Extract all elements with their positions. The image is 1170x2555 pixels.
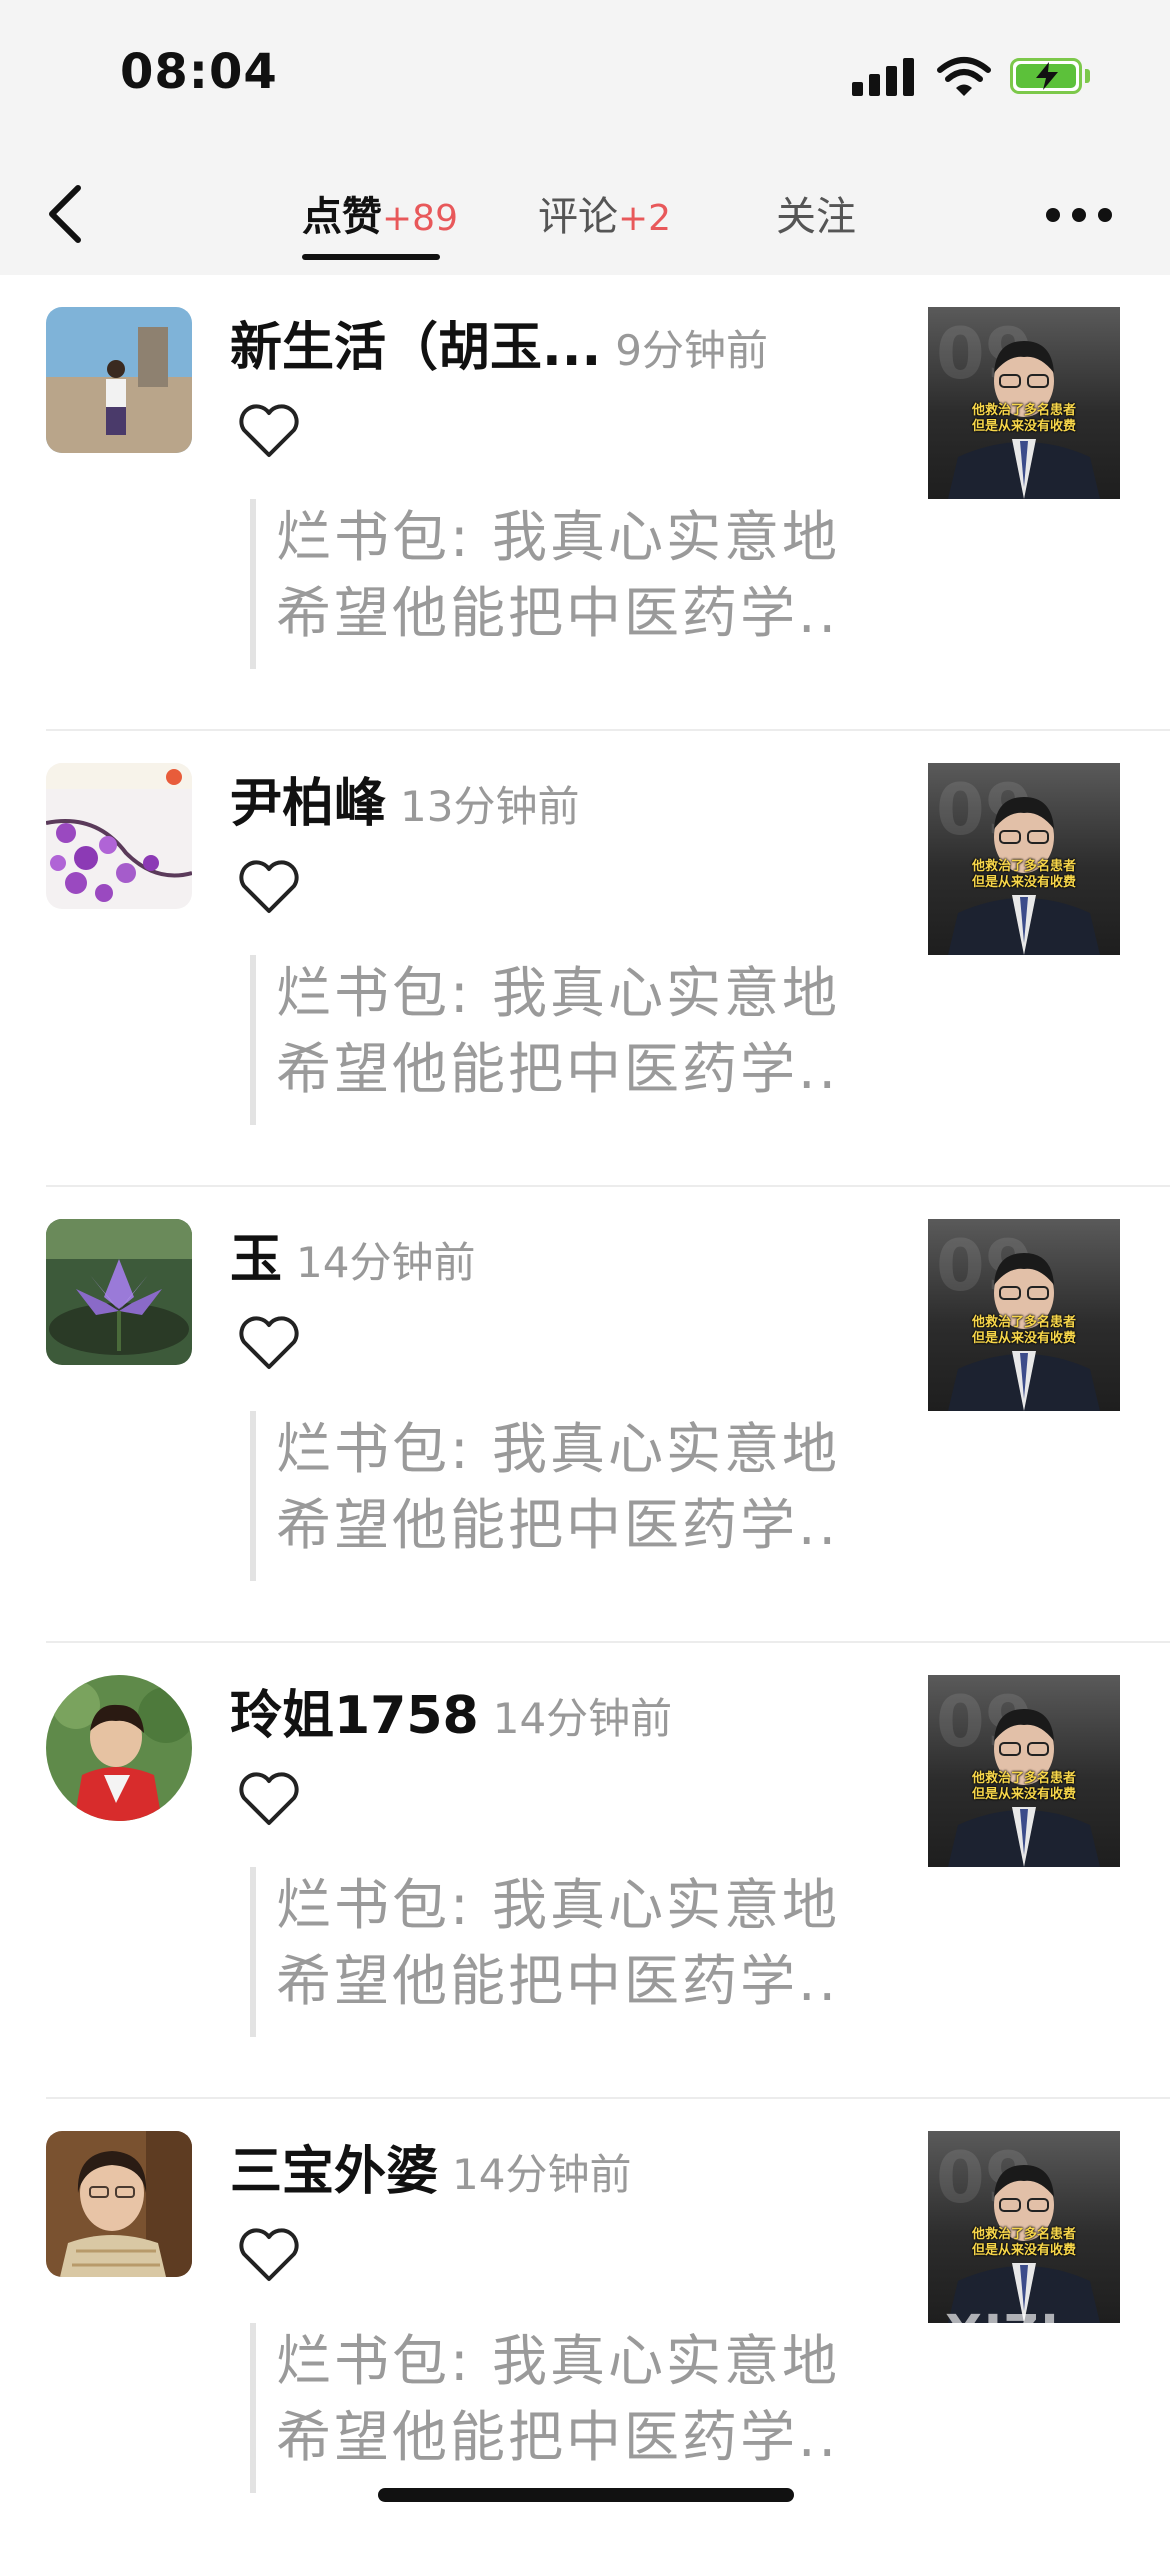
video-thumbnail[interactable]: 09 他救治了多名患者 但是从来没有收费 xyxy=(928,307,1120,499)
list-item[interactable]: 玲姐1758 14分钟前 烂书包: 我真心实意地 希望他能把中医药学.. 09 他… xyxy=(0,1643,1170,2099)
quote-line-2: 希望他能把中医药学.. xyxy=(276,2405,839,2469)
nav-bar: 点赞+89 评论+2 关注 xyxy=(0,170,1170,275)
list-item[interactable]: 尹柏峰 13分钟前 烂书包: 我真心实意地 希望他能把中医药学.. 09 他救治了… xyxy=(0,731,1170,1187)
back-button[interactable] xyxy=(36,178,96,248)
quote-line-2: 希望他能把中医药学.. xyxy=(276,1949,839,2013)
quoted-comment[interactable]: 烂书包: 我真心实意地 希望他能把中医药学.. xyxy=(250,1411,890,1581)
heart-icon[interactable] xyxy=(236,1769,302,1829)
tab-comments-label: 评论 xyxy=(538,194,618,240)
quote-line-1: 烂书包: 我真心实意地 xyxy=(276,1417,841,1481)
like-time: 14分钟前 xyxy=(296,1238,476,1287)
heart-icon[interactable] xyxy=(236,1313,302,1373)
video-thumbnail[interactable]: 09 他救治了多名患者 但是从来没有收费 xyxy=(928,1219,1120,1411)
list-item[interactable]: 玉 14分钟前 烂书包: 我真心实意地 希望他能把中医药学.. 09 他救治了多名… xyxy=(0,1187,1170,1643)
quote-line-2: 希望他能把中医药学.. xyxy=(276,1037,839,1101)
user-name[interactable]: 新生活（胡玉... xyxy=(230,318,601,375)
thumbnail-caption-line-2: 但是从来没有收费 xyxy=(971,2243,1076,2258)
list-item[interactable]: 新生活（胡玉... 9分钟前 烂书包: 我真心实意地 希望他能把中医药学.. 09… xyxy=(0,275,1170,731)
quote-line-1: 烂书包: 我真心实意地 xyxy=(276,1873,841,1937)
thumbnail-caption: 他救治了多名患者 但是从来没有收费 xyxy=(928,1771,1120,1803)
tab-likes-label: 点赞 xyxy=(302,194,382,240)
quote-line-1: 烂书包: 我真心实意地 xyxy=(276,961,841,1025)
thumbnail-caption-line-1: 他救治了多名患者 xyxy=(971,1771,1076,1786)
like-time: 9分钟前 xyxy=(615,326,768,375)
thumbnail-caption-line-1: 他救治了多名患者 xyxy=(971,859,1076,874)
user-name[interactable]: 三宝外婆 xyxy=(230,2142,438,2199)
avatar[interactable] xyxy=(46,2131,192,2277)
wifi-icon xyxy=(937,57,991,96)
top-bar: 08:04 点赞+89 评论+2 关注 xyxy=(0,0,1170,275)
name-line: 玉 14分钟前 xyxy=(230,1217,870,1287)
quote-line-1: 烂书包: 我真心实意地 xyxy=(276,505,841,569)
thumbnail-caption: 他救治了多名患者 但是从来没有收费 xyxy=(928,403,1120,435)
quote-line-1: 烂书包: 我真心实意地 xyxy=(276,2329,841,2393)
like-time: 13分钟前 xyxy=(400,782,580,831)
avatar[interactable] xyxy=(46,1219,192,1365)
status-time: 08:04 xyxy=(120,44,278,100)
heart-icon[interactable] xyxy=(236,2225,302,2285)
thumbnail-caption-line-1: 他救治了多名患者 xyxy=(971,2227,1076,2242)
tab-comments[interactable]: 评论+2 xyxy=(538,182,671,252)
video-thumbnail[interactable]: 09 他救治了多名患者 但是从来没有收费 xyxy=(928,763,1120,955)
tab-likes-count: +89 xyxy=(382,198,458,239)
thumbnail-caption-line-1: 他救治了多名患者 xyxy=(971,1315,1076,1330)
quoted-comment[interactable]: 烂书包: 我真心实意地 希望他能把中医药学.. xyxy=(250,2323,890,2493)
video-thumbnail[interactable]: 09 他救治了多名患者 但是从来没有收费 xyxy=(928,1675,1120,1867)
heart-icon[interactable] xyxy=(236,857,302,917)
name-line: 新生活（胡玉... 9分钟前 xyxy=(230,305,870,375)
active-tab-indicator xyxy=(302,254,440,260)
name-line: 玲姐1758 14分钟前 xyxy=(230,1673,870,1743)
battery-cap xyxy=(1085,69,1090,83)
avatar[interactable] xyxy=(46,1675,192,1821)
tab-follow-label: 关注 xyxy=(776,194,856,240)
heart-icon[interactable] xyxy=(236,401,302,461)
charging-bolt-icon xyxy=(1036,62,1058,90)
thumbnail-caption: 他救治了多名患者 但是从来没有收费 xyxy=(928,859,1120,891)
thumbnail-caption-line-2: 但是从来没有收费 xyxy=(971,875,1076,890)
quoted-comment[interactable]: 烂书包: 我真心实意地 希望他能把中医药学.. xyxy=(250,1867,890,2037)
thumbnail-caption-line-1: 他救治了多名患者 xyxy=(971,403,1076,418)
video-thumbnail[interactable]: 09 他救治了多名患者 但是从来没有收费 xyxy=(928,2131,1120,2323)
signal-icon xyxy=(852,56,916,96)
like-time: 14分钟前 xyxy=(452,2150,632,2199)
user-name[interactable]: 玉 xyxy=(230,1230,282,1287)
thumbnail-caption-line-2: 但是从来没有收费 xyxy=(971,419,1076,434)
watermark: XIZI xyxy=(945,2305,1061,2361)
like-time: 14分钟前 xyxy=(492,1694,673,1743)
thumbnail-caption-line-2: 但是从来没有收费 xyxy=(971,1787,1076,1802)
quote-line-2: 希望他能把中医药学.. xyxy=(276,581,839,645)
quoted-comment[interactable]: 烂书包: 我真心实意地 希望他能把中医药学.. xyxy=(250,955,890,1125)
user-name[interactable]: 尹柏峰 xyxy=(230,774,386,831)
tab-likes[interactable]: 点赞+89 xyxy=(302,182,458,260)
tab-comments-count: +2 xyxy=(618,198,672,239)
avatar[interactable] xyxy=(46,763,192,909)
home-indicator[interactable] xyxy=(378,2488,794,2502)
thumbnail-caption: 他救治了多名患者 但是从来没有收费 xyxy=(928,2227,1120,2259)
more-button[interactable] xyxy=(1046,200,1116,230)
user-name[interactable]: 玲姐1758 xyxy=(230,1686,479,1743)
battery-icon xyxy=(1010,58,1082,94)
thumbnail-caption: 他救治了多名患者 但是从来没有收费 xyxy=(928,1315,1120,1347)
tab-follow[interactable]: 关注 xyxy=(776,182,856,252)
quoted-comment[interactable]: 烂书包: 我真心实意地 希望他能把中医药学.. xyxy=(250,499,890,669)
name-line: 三宝外婆 14分钟前 xyxy=(230,2129,870,2199)
quote-line-2: 希望他能把中医药学.. xyxy=(276,1493,839,1557)
thumbnail-caption-line-2: 但是从来没有收费 xyxy=(971,1331,1076,1346)
name-line: 尹柏峰 13分钟前 xyxy=(230,761,870,831)
avatar[interactable] xyxy=(46,307,192,453)
